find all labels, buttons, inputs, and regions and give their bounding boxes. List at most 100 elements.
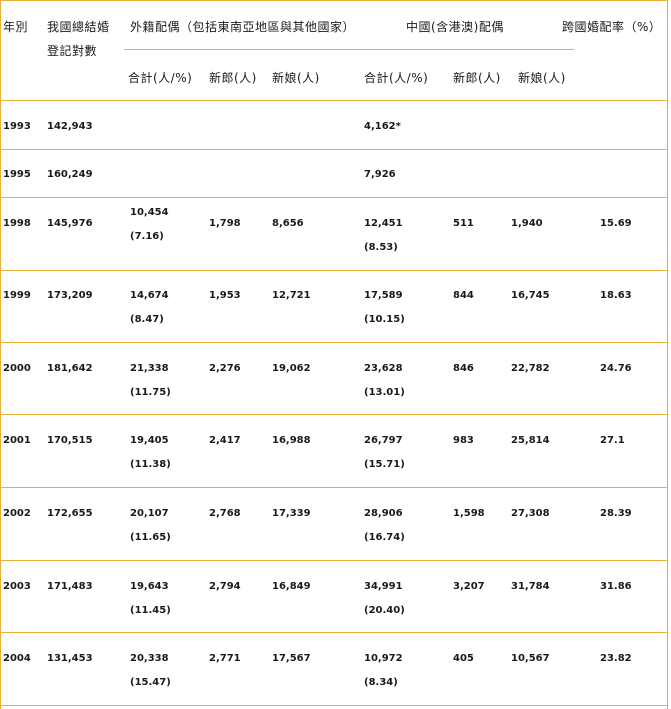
cell-foreign-groom: 1,953 [209,290,241,301]
cell-foreign-total: 20,107 [130,508,169,519]
cell-china-total: 12,451 [364,218,403,229]
cell-foreign-bride: 17,567 [272,653,311,664]
cell-foreign-pct: (15.47) [130,677,171,688]
cell-china-total: 17,589 [364,290,403,301]
header-china-total: 合計(人/%) [364,71,429,85]
header-foreign-total: 合計(人/%) [128,71,193,85]
cell-china-pct: (8.34) [364,677,398,688]
row-divider [0,197,668,198]
cell-total: 170,515 [47,435,93,446]
cell-year: 1998 [3,218,31,229]
row-divider [0,270,668,271]
cell-china-pct: (8.53) [364,242,398,253]
cell-foreign-pct: (11.38) [130,459,171,470]
cell-china-pct: (16.74) [364,532,405,543]
cell-foreign-bride: 19,062 [272,363,311,374]
cell-foreign-pct: (11.75) [130,387,171,398]
cell-foreign-total: 10,454 [130,207,169,218]
cell-foreign-bride: 8,656 [272,218,304,229]
cell-foreign-bride: 16,849 [272,581,311,592]
table-bottom-border [0,705,668,706]
cell-year: 2004 [3,653,31,664]
cell-china-pct: (20.40) [364,605,405,616]
cell-china-total: 34,991 [364,581,403,592]
cell-year: 1999 [3,290,31,301]
cell-rate: 15.69 [600,218,632,229]
cell-foreign-bride: 17,339 [272,508,311,519]
header-year: 年別 [3,20,29,34]
cell-foreign-bride: 16,988 [272,435,311,446]
cell-foreign-pct: (11.65) [130,532,171,543]
header-china-groom: 新郎(人) [453,71,501,85]
cell-total: 173,209 [47,290,93,301]
cell-rate: 24.76 [600,363,632,374]
cell-china-groom: 405 [453,653,474,664]
cell-year: 2001 [3,435,31,446]
cell-china-total: 7,926 [364,169,396,180]
cell-china-total: 26,797 [364,435,403,446]
cell-china-pct: (15.71) [364,459,405,470]
header-china-bride: 新娘(人) [518,71,566,85]
cell-foreign-groom: 2,768 [209,508,241,519]
cell-rate: 23.82 [600,653,632,664]
cell-total: 131,453 [47,653,93,664]
table-left-border [0,0,1,709]
cell-china-bride: 16,745 [511,290,550,301]
cell-china-groom: 1,598 [453,508,485,519]
cell-foreign-bride: 12,721 [272,290,311,301]
cell-foreign-groom: 2,771 [209,653,241,664]
cell-china-total: 23,628 [364,363,403,374]
cell-year: 1995 [3,169,31,180]
header-rate: 跨國婚配率（%） [562,20,662,34]
header-foreign-bride: 新娘(人) [272,71,320,85]
cell-china-bride: 27,308 [511,508,550,519]
cell-foreign-total: 20,338 [130,653,169,664]
cell-china-total: 28,906 [364,508,403,519]
cell-foreign-total: 14,674 [130,290,169,301]
cell-foreign-groom: 2,417 [209,435,241,446]
header-total-line1: 我國總結婚 [47,20,110,34]
cell-foreign-total: 19,643 [130,581,169,592]
cell-china-groom: 983 [453,435,474,446]
cell-china-pct: (10.15) [364,314,405,325]
marriage-table: 年別 我國總結婚 登記對數 外籍配偶（包括東南亞地區與其他國家） 中國(含港澳)… [0,0,671,709]
cell-china-groom: 844 [453,290,474,301]
cell-foreign-groom: 2,794 [209,581,241,592]
cell-rate: 18.63 [600,290,632,301]
cell-rate: 28.39 [600,508,632,519]
cell-china-groom: 3,207 [453,581,485,592]
cell-total: 181,642 [47,363,93,374]
cell-china-pct: (13.01) [364,387,405,398]
row-divider [0,632,668,633]
cell-china-total: 4,162* [364,121,401,132]
row-divider [0,487,668,488]
cell-china-bride: 22,782 [511,363,550,374]
row-divider [0,560,668,561]
cell-foreign-pct: (7.16) [130,231,164,242]
cell-total: 142,943 [47,121,93,132]
cell-year: 2002 [3,508,31,519]
cell-total: 145,976 [47,218,93,229]
cell-total: 171,483 [47,581,93,592]
cell-year: 2003 [3,581,31,592]
cell-rate: 31.86 [600,581,632,592]
cell-total: 160,249 [47,169,93,180]
header-china-group: 中國(含港澳)配偶 [406,20,504,34]
cell-china-total: 10,972 [364,653,403,664]
cell-total: 172,655 [47,508,93,519]
header-divider [0,100,668,101]
row-divider [0,149,668,150]
header-foreign-group: 外籍配偶（包括東南亞地區與其他國家） [130,20,356,34]
cell-foreign-groom: 2,276 [209,363,241,374]
cell-foreign-total: 19,405 [130,435,169,446]
cell-foreign-pct: (8.47) [130,314,164,325]
cell-china-bride: 25,814 [511,435,550,446]
table-top-border [0,0,668,1]
header-foreign-groom: 新郎(人) [209,71,257,85]
cell-china-groom: 511 [453,218,474,229]
cell-foreign-groom: 1,798 [209,218,241,229]
cell-china-bride: 10,567 [511,653,550,664]
cell-china-bride: 31,784 [511,581,550,592]
table-right-border [667,0,668,709]
row-divider [0,414,668,415]
